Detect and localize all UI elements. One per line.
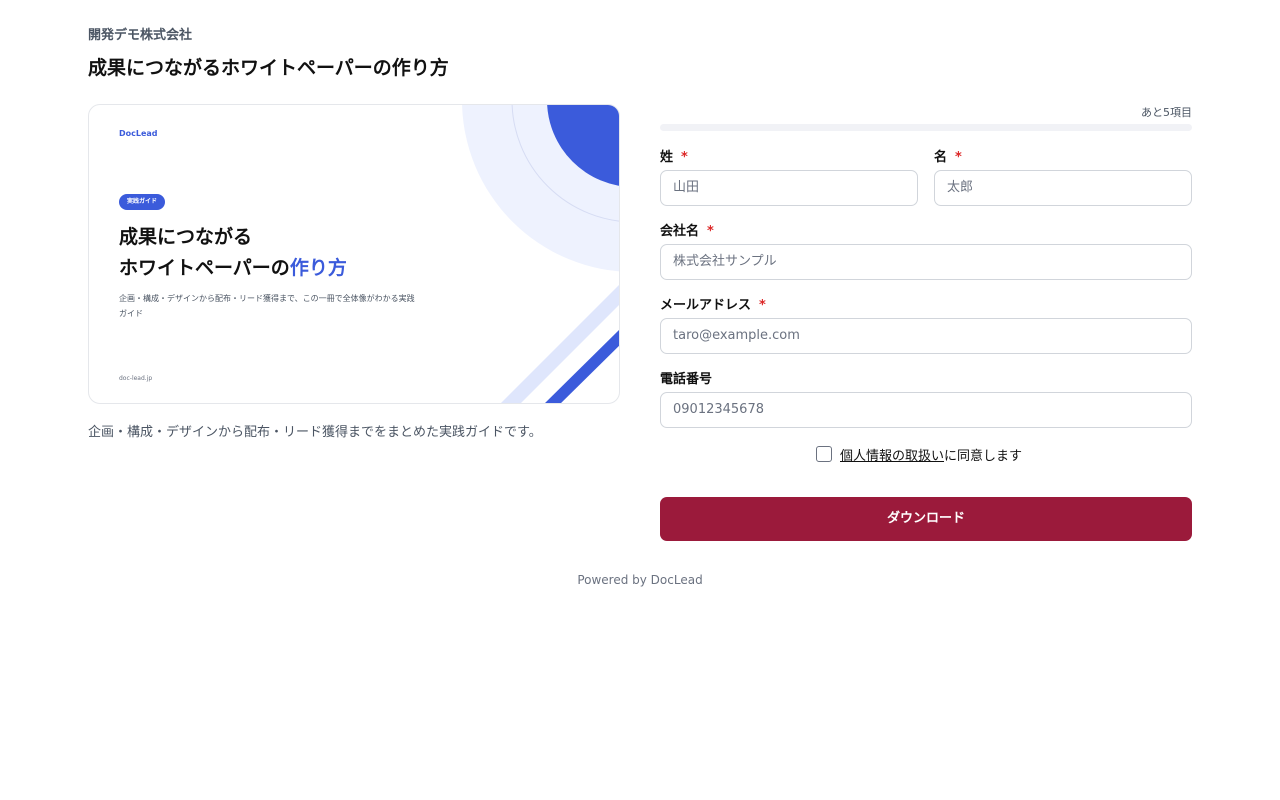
cover-description: 企画・構成・デザインから配布・リード獲得まで、この一冊で全体像がわかる実践ガイド — [119, 294, 415, 318]
required-mark: * — [707, 224, 714, 239]
cover-title-line2-main: ホワイトペーパーの — [119, 257, 290, 279]
cover-title: 成果につながる ホワイトペーパーの作り方 — [119, 222, 347, 284]
email-label: メールアドレス * — [660, 294, 766, 313]
last-name-input[interactable]: 山田 — [660, 170, 918, 206]
last-name-label-text: 姓 — [660, 150, 674, 165]
privacy-policy-link[interactable]: 個人情報の取扱い — [840, 445, 944, 464]
footer-powered-by: Powered by DocLead — [577, 573, 703, 587]
whitepaper-caption: 企画・構成・デザインから配布・リード獲得までをまとめた実践ガイドです。 — [88, 425, 542, 440]
cover-badge: 実践ガイド — [119, 194, 166, 210]
privacy-consent-checkbox[interactable] — [816, 446, 832, 462]
cover-brand: DocLead — [119, 129, 158, 138]
cover-domain: doc-lead.jp — [119, 375, 153, 382]
phone-input[interactable]: 09012345678 — [660, 392, 1192, 428]
required-mark: * — [681, 150, 688, 165]
cover-stripe-light — [501, 285, 619, 403]
company-label-text: 会社名 — [660, 224, 700, 239]
cover-title-line1: 成果につながる — [119, 226, 253, 248]
privacy-consent-text: に同意します — [944, 448, 1023, 464]
last-name-label: 姓 * — [660, 146, 688, 165]
email-label-text: メールアドレス — [660, 298, 752, 313]
first-name-input[interactable]: 太郎 — [934, 170, 1192, 206]
phone-label: 電話番号 — [660, 372, 713, 387]
email-input[interactable]: taro@example.com — [660, 318, 1192, 354]
company-name: 開発デモ株式会社 — [88, 28, 193, 43]
privacy-consent: 個人情報の取扱い に同意します — [816, 445, 1023, 464]
page-title: 成果につながるホワイトペーパーの作り方 — [88, 57, 449, 79]
cover-title-line2-accent: 作り方 — [289, 257, 347, 279]
company-input[interactable]: 株式会社サンプル — [660, 244, 1192, 280]
download-button[interactable]: ダウンロード — [660, 497, 1192, 541]
progress-bar — [660, 124, 1192, 131]
company-label: 会社名 * — [660, 220, 714, 239]
first-name-label-text: 名 — [934, 150, 948, 165]
progress-label: あと5項目 — [1141, 106, 1192, 119]
cover-title-line2: ホワイトペーパーの作り方 — [119, 253, 347, 284]
required-mark: * — [955, 150, 962, 165]
page: 開発デモ株式会社 成果につながるホワイトペーパーの作り方 DocLead 実践ガ… — [0, 0, 1280, 800]
first-name-label: 名 * — [934, 146, 962, 165]
required-mark: * — [759, 298, 766, 313]
whitepaper-cover: DocLead 実践ガイド 成果につながる ホワイトペーパーの作り方 企画・構成… — [88, 104, 620, 404]
